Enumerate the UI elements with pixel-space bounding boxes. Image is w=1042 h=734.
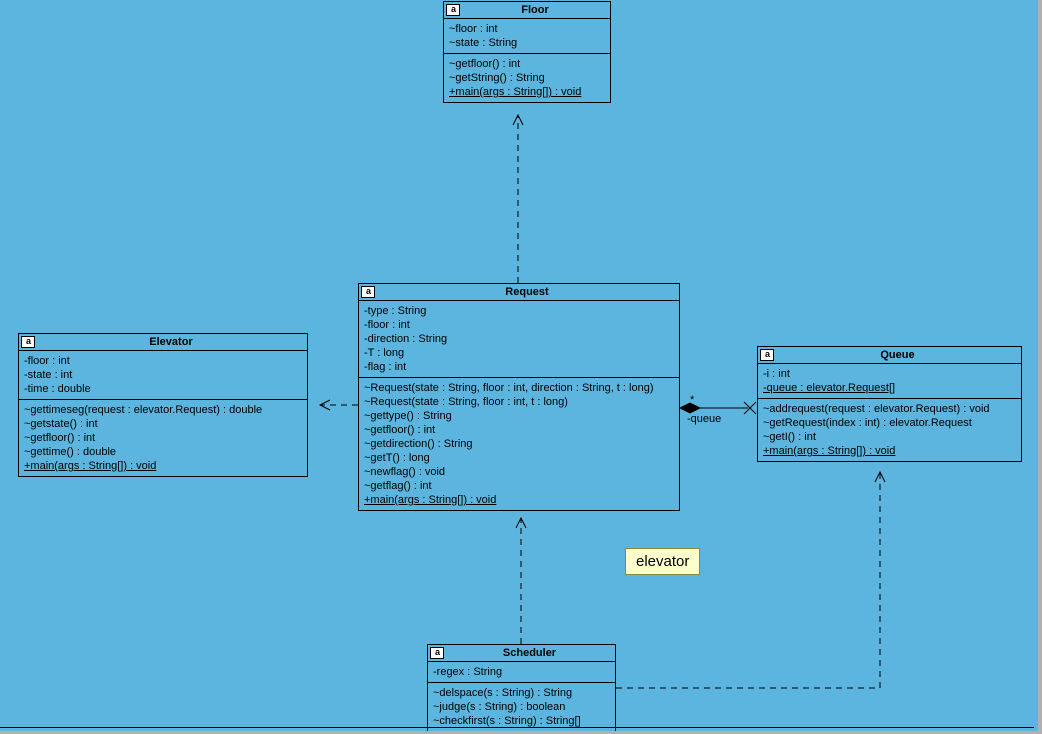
class-title: a Floor	[444, 2, 610, 19]
attr: -i : int	[763, 367, 1016, 381]
op: ~gettime() : double	[24, 445, 302, 459]
java-stereotype-icon: a	[430, 647, 444, 659]
op: ~getfloor() : int	[364, 423, 674, 437]
op: +main(args : String[]) : void	[364, 493, 674, 507]
attr: ~state : String	[449, 36, 605, 50]
package-label[interactable]: elevator	[625, 548, 700, 575]
attrs: ~floor : int ~state : String	[444, 19, 610, 54]
class-elevator[interactable]: a Elevator -floor : int -state : int -ti…	[18, 333, 308, 477]
ops: ~addrequest(request : elevator.Request) …	[758, 399, 1021, 461]
java-stereotype-icon: a	[21, 336, 35, 348]
op: ~getfloor() : int	[449, 57, 605, 71]
class-name: Scheduler	[503, 647, 556, 659]
class-title: a Queue	[758, 347, 1021, 364]
op: +main(args : String[]) : void	[763, 444, 1016, 458]
attrs: -type : String -floor : int -direction :…	[359, 301, 679, 378]
op: ~newflag() : void	[364, 465, 674, 479]
attr: ~floor : int	[449, 22, 605, 36]
attr: -flag : int	[364, 360, 674, 374]
attr: -queue : elevator.Request[]	[763, 381, 1016, 395]
attr: -state : int	[24, 368, 302, 382]
assoc-role: -queue	[687, 413, 721, 425]
op: ~Request(state : String, floor : int, di…	[364, 381, 674, 395]
op: ~judge(s : String) : boolean	[433, 700, 610, 714]
class-name: Elevator	[149, 336, 192, 348]
op: ~getfloor() : int	[24, 431, 302, 445]
java-stereotype-icon: a	[361, 286, 375, 298]
class-floor[interactable]: a Floor ~floor : int ~state : String ~ge…	[443, 1, 611, 103]
op: ~addrequest(request : elevator.Request) …	[763, 402, 1016, 416]
ops: ~delspace(s : String) : String ~judge(s …	[428, 683, 615, 731]
attrs: -floor : int -state : int -time : double	[19, 351, 307, 400]
attr: -floor : int	[364, 318, 674, 332]
op: ~getI() : int	[763, 430, 1016, 444]
class-title: a Elevator	[19, 334, 307, 351]
op: ~delspace(s : String) : String	[433, 686, 610, 700]
class-scheduler[interactable]: a Scheduler -regex : String ~delspace(s …	[427, 644, 616, 732]
attr: -time : double	[24, 382, 302, 396]
class-title: a Request	[359, 284, 679, 301]
op: ~checkfirst(s : String) : String[]	[433, 714, 610, 728]
op: ~getdirection() : String	[364, 437, 674, 451]
op: ~getflag() : int	[364, 479, 674, 493]
op: +main(args : String[]) : void	[24, 459, 302, 473]
attr: -T : long	[364, 346, 674, 360]
class-name: Request	[505, 286, 548, 298]
attr: -regex : String	[433, 665, 610, 679]
class-name: Queue	[880, 349, 914, 361]
class-name: Floor	[521, 4, 549, 16]
op: ~gettimeseg(request : elevator.Request) …	[24, 403, 302, 417]
op: ~Request(state : String, floor : int, t …	[364, 395, 674, 409]
attr: -type : String	[364, 304, 674, 318]
attr: -direction : String	[364, 332, 674, 346]
ops: ~getfloor() : int ~getString() : String …	[444, 54, 610, 102]
attr: -floor : int	[24, 354, 302, 368]
java-stereotype-icon: a	[760, 349, 774, 361]
attrs: -regex : String	[428, 662, 615, 683]
op: ~getRequest(index : int) : elevator.Requ…	[763, 416, 1016, 430]
class-title: a Scheduler	[428, 645, 615, 662]
java-stereotype-icon: a	[446, 4, 460, 16]
non-navigable-icon	[744, 402, 756, 414]
op: ~getstate() : int	[24, 417, 302, 431]
ops: ~Request(state : String, floor : int, di…	[359, 378, 679, 510]
assoc-multiplicity: *	[690, 394, 694, 406]
package-label-text: elevator	[636, 553, 689, 570]
op: ~gettype() : String	[364, 409, 674, 423]
op: ~getString() : String	[449, 71, 605, 85]
ops: ~gettimeseg(request : elevator.Request) …	[19, 400, 307, 476]
attrs: -i : int -queue : elevator.Request[]	[758, 364, 1021, 399]
uml-canvas: a Floor ~floor : int ~state : String ~ge…	[0, 0, 1042, 734]
op: +main(args : String[]) : void	[449, 85, 605, 99]
op: ~getT() : long	[364, 451, 674, 465]
class-queue[interactable]: a Queue -i : int -queue : elevator.Reque…	[757, 346, 1022, 462]
class-request[interactable]: a Request -type : String -floor : int -d…	[358, 283, 680, 511]
